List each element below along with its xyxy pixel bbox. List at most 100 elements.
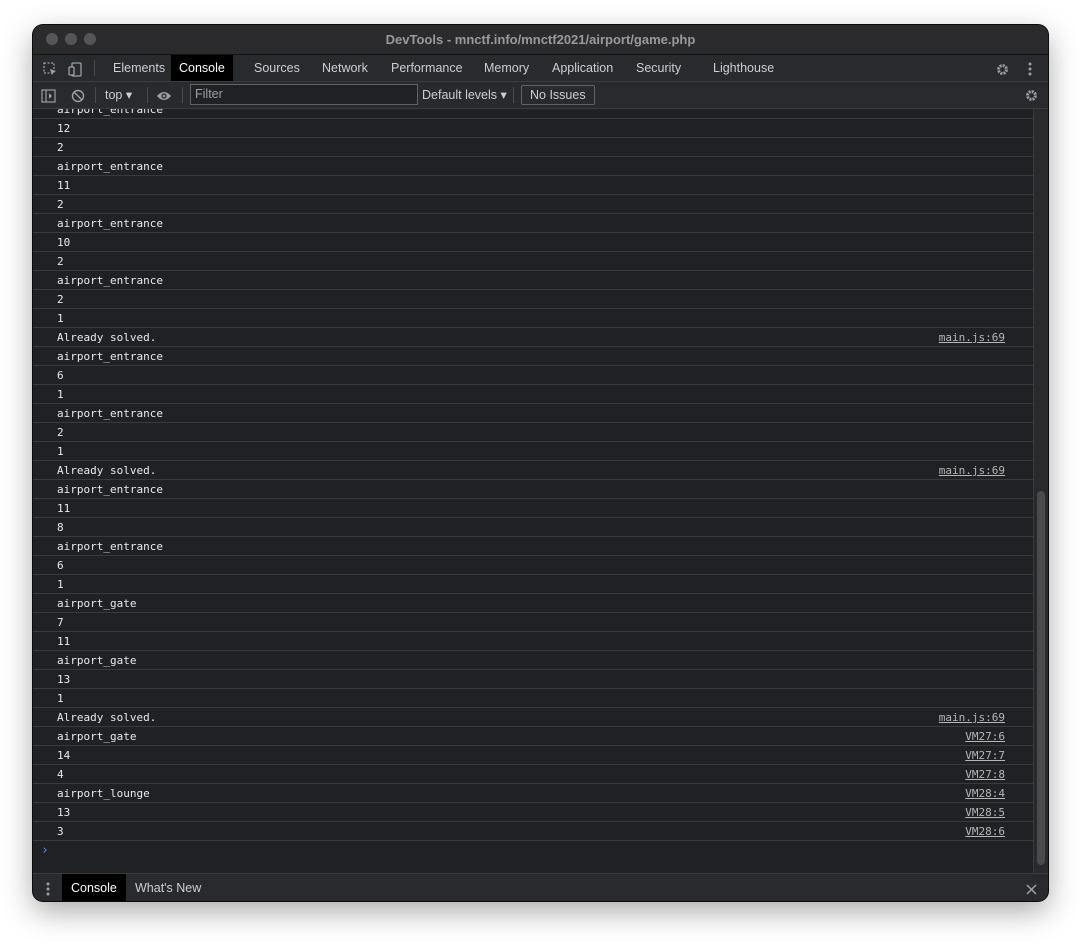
console-message: 1 <box>33 385 1033 404</box>
console-message-text: 2 <box>57 255 64 268</box>
console-message-text: 1 <box>57 578 64 591</box>
console-message: airport_entrance <box>33 157 1033 176</box>
console-message: 10 <box>33 233 1033 252</box>
console-source-link[interactable]: VM28:6 <box>965 825 1005 838</box>
console-message-text: 6 <box>57 369 64 382</box>
console-message: 11 <box>33 499 1033 518</box>
drawer-tab-console[interactable]: Console <box>62 874 126 901</box>
sidebar-toggle-icon[interactable] <box>41 82 56 108</box>
console-source-link[interactable]: main.js:69 <box>939 711 1005 724</box>
drawer-bar: Console What's New <box>33 873 1048 901</box>
console-message: airport_entrance <box>33 480 1033 499</box>
console-message: 1 <box>33 309 1033 328</box>
context-selector[interactable]: top ▾ <box>105 82 132 108</box>
console-message: airport_entrance <box>33 404 1033 423</box>
console-message: 2 <box>33 138 1033 157</box>
device-toggle-icon[interactable] <box>68 55 83 81</box>
drawer-tab-whats-new[interactable]: What's New <box>135 874 201 901</box>
console-message: 4 VM27:8 <box>33 765 1033 784</box>
console-message-text: 3 <box>57 825 64 838</box>
console-message-text: airport_lounge <box>57 787 150 800</box>
console-message: airport_entrance <box>33 347 1033 366</box>
console-message-text: 10 <box>57 236 71 249</box>
console-message: 1 <box>33 575 1033 594</box>
settings-icon[interactable] <box>995 55 1010 81</box>
console-prompt[interactable]: › <box>33 841 1033 861</box>
console-message: 8 <box>33 518 1033 537</box>
console-message: 11 <box>33 176 1033 195</box>
console-toolbar: top ▾ Default levels ▾ No Issues <box>33 82 1048 109</box>
console-source-link[interactable]: VM27:6 <box>965 730 1005 743</box>
console-settings-icon[interactable] <box>1024 82 1039 108</box>
console-message: 11 <box>33 632 1033 651</box>
console-source-link[interactable]: main.js:69 <box>939 331 1005 344</box>
console-output[interactable]: airport_entrance 12 2 airport_entrance 11 2 ai… <box>33 109 1033 873</box>
tab-network[interactable]: Network <box>322 55 368 81</box>
toolbar-separator <box>147 87 148 103</box>
tab-elements[interactable]: Elements <box>113 55 165 81</box>
console-message-text: 11 <box>57 502 71 515</box>
console-message: 6 <box>33 366 1033 385</box>
console-message-text: 11 <box>57 635 71 648</box>
console-message: 13 VM28:5 <box>33 803 1033 822</box>
console-source-link[interactable]: VM28:5 <box>965 806 1005 819</box>
tab-lighthouse[interactable]: Lighthouse <box>713 55 774 81</box>
prompt-chevron-icon: › <box>41 843 49 858</box>
toolbar-separator <box>182 87 183 103</box>
tab-sources[interactable]: Sources <box>254 55 300 81</box>
console-message-text: 4 <box>57 768 64 781</box>
console-message: airport_gate <box>33 651 1033 670</box>
console-message-text: Already solved. <box>57 464 157 477</box>
console-message: airport_entrance <box>33 109 1033 119</box>
tab-security[interactable]: Security <box>636 55 681 81</box>
console-message: 14 VM27:7 <box>33 746 1033 765</box>
console-message: Already solved. main.js:69 <box>33 328 1033 347</box>
console-message-text: 1 <box>57 312 64 325</box>
scrollbar-thumb[interactable] <box>1037 491 1045 865</box>
window-title: DevTools - mnctf.info/mnctf2021/airport/… <box>385 32 696 47</box>
console-message: 3 VM28:6 <box>33 822 1033 841</box>
tab-console[interactable]: Console <box>171 55 233 81</box>
console-message: 13 <box>33 670 1033 689</box>
panel-tabbar: Elements Console Sources Network Performance… <box>33 55 1048 82</box>
close-icon[interactable] <box>1026 874 1037 901</box>
console-message-text: airport_entrance <box>57 540 163 553</box>
console-message-text: 11 <box>57 179 71 192</box>
console-message: 6 <box>33 556 1033 575</box>
console-source-link[interactable]: main.js:69 <box>939 464 1005 477</box>
console-message: 2 <box>33 252 1033 271</box>
inspect-icon[interactable] <box>43 55 58 81</box>
more-icon[interactable] <box>1028 55 1032 81</box>
title-bar: DevTools - mnctf.info/mnctf2021/airport/… <box>33 25 1048 55</box>
tab-performance[interactable]: Performance <box>391 55 463 81</box>
console-message: Already solved. main.js:69 <box>33 708 1033 727</box>
issues-button[interactable]: No Issues <box>521 85 595 105</box>
console-messages: airport_entrance 12 2 airport_entrance 11 2 ai… <box>33 109 1033 861</box>
console-message-text: 12 <box>57 122 71 135</box>
console-message-text: 1 <box>57 445 64 458</box>
console-message: airport_lounge VM28:4 <box>33 784 1033 803</box>
console-source-link[interactable]: VM27:7 <box>965 749 1005 762</box>
console-source-link[interactable]: VM28:4 <box>965 787 1005 800</box>
log-levels-dropdown[interactable]: Default levels ▾ <box>422 82 507 108</box>
tab-memory[interactable]: Memory <box>484 55 529 81</box>
console-message: airport_entrance <box>33 214 1033 233</box>
console-message-text: 2 <box>57 198 64 211</box>
filter-input[interactable] <box>190 84 418 105</box>
console-message: airport_gate VM27:6 <box>33 727 1033 746</box>
console-message-text: 1 <box>57 692 64 705</box>
console-scrollbar[interactable] <box>1033 109 1048 873</box>
clear-console-icon[interactable] <box>71 82 85 108</box>
console-message-text: 7 <box>57 616 64 629</box>
console-message-text: airport_gate <box>57 654 137 667</box>
tab-application[interactable]: Application <box>552 55 613 81</box>
console-message-text: 2 <box>57 293 64 306</box>
drawer-menu-icon[interactable] <box>46 874 50 901</box>
console-source-link[interactable]: VM27:8 <box>965 768 1005 781</box>
console-message-text: 13 <box>57 806 71 819</box>
toolbar-separator <box>513 87 514 103</box>
console-message-text: airport_entrance <box>57 350 163 363</box>
console-message-text: airport_entrance <box>57 274 163 287</box>
console-message-text: 13 <box>57 673 71 686</box>
eye-icon[interactable] <box>156 82 172 108</box>
